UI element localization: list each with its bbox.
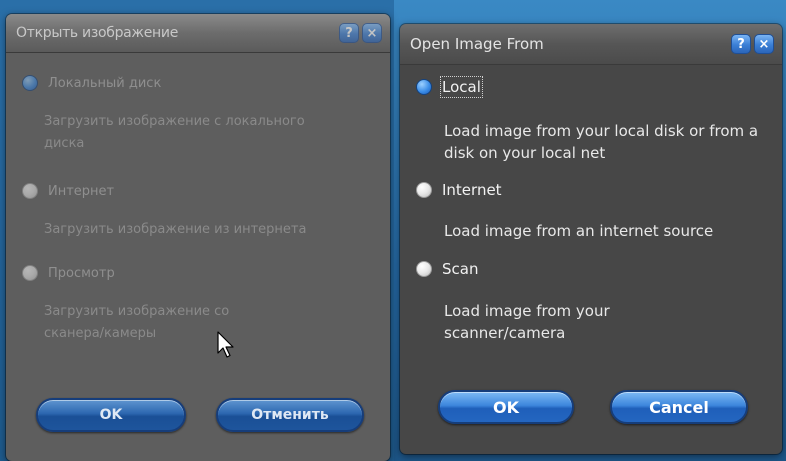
option-internet-label: Интернет [48, 183, 115, 199]
cancel-button[interactable]: Отменить [216, 398, 364, 432]
ok-button[interactable]: OK [36, 398, 186, 432]
option-internet[interactable]: Интернет [22, 183, 114, 199]
option-local-description: Загрузить изображение с локального диска [44, 114, 305, 151]
option-local[interactable]: Локальный диск [22, 75, 161, 91]
option-scan[interactable]: Просмотр [22, 265, 115, 281]
option-internet-label: Internet [442, 181, 502, 199]
option-internet[interactable]: Internet [416, 181, 502, 199]
open-image-dialog-ru: Открыть изображение ? × Локальный диск З… [6, 14, 390, 461]
option-local-label: Локальный диск [48, 75, 162, 91]
cancel-button[interactable]: Cancel [610, 390, 748, 424]
dialog-titlebar: Открыть изображение ? × [6, 14, 390, 53]
option-scan-label: Просмотр [48, 265, 115, 281]
option-scan-description: Load image from your scanner/camera [444, 302, 610, 342]
radio-scan[interactable] [416, 261, 432, 277]
dialog-titlebar: Open Image From ? × [400, 24, 782, 65]
radio-local[interactable] [22, 75, 38, 91]
radio-scan[interactable] [22, 265, 38, 281]
ok-button[interactable]: OK [438, 390, 574, 424]
mouse-cursor-icon [217, 331, 234, 358]
option-scan[interactable]: Scan [416, 260, 478, 278]
open-image-dialog-en: Open Image From ? × Local Load image fro… [400, 24, 782, 454]
radio-local[interactable] [416, 79, 432, 95]
close-icon[interactable]: × [754, 34, 774, 54]
option-internet-description: Загрузить изображение из интернета [44, 222, 307, 237]
help-icon[interactable]: ? [339, 23, 359, 43]
help-icon[interactable]: ? [731, 34, 751, 54]
radio-internet[interactable] [22, 183, 38, 199]
radio-internet[interactable] [416, 182, 432, 198]
option-local-description: Load image from your local disk or from … [444, 122, 759, 162]
option-local[interactable]: Local [416, 76, 483, 98]
close-icon[interactable]: × [362, 23, 382, 43]
option-scan-description: Загрузить изображение со сканера/камеры [44, 304, 230, 341]
option-scan-label: Scan [442, 260, 479, 278]
dialog-title: Открыть изображение [16, 25, 179, 41]
option-local-label: Local [440, 76, 483, 98]
dialog-title: Open Image From [410, 35, 544, 53]
option-internet-description: Load image from an internet source [444, 222, 714, 240]
